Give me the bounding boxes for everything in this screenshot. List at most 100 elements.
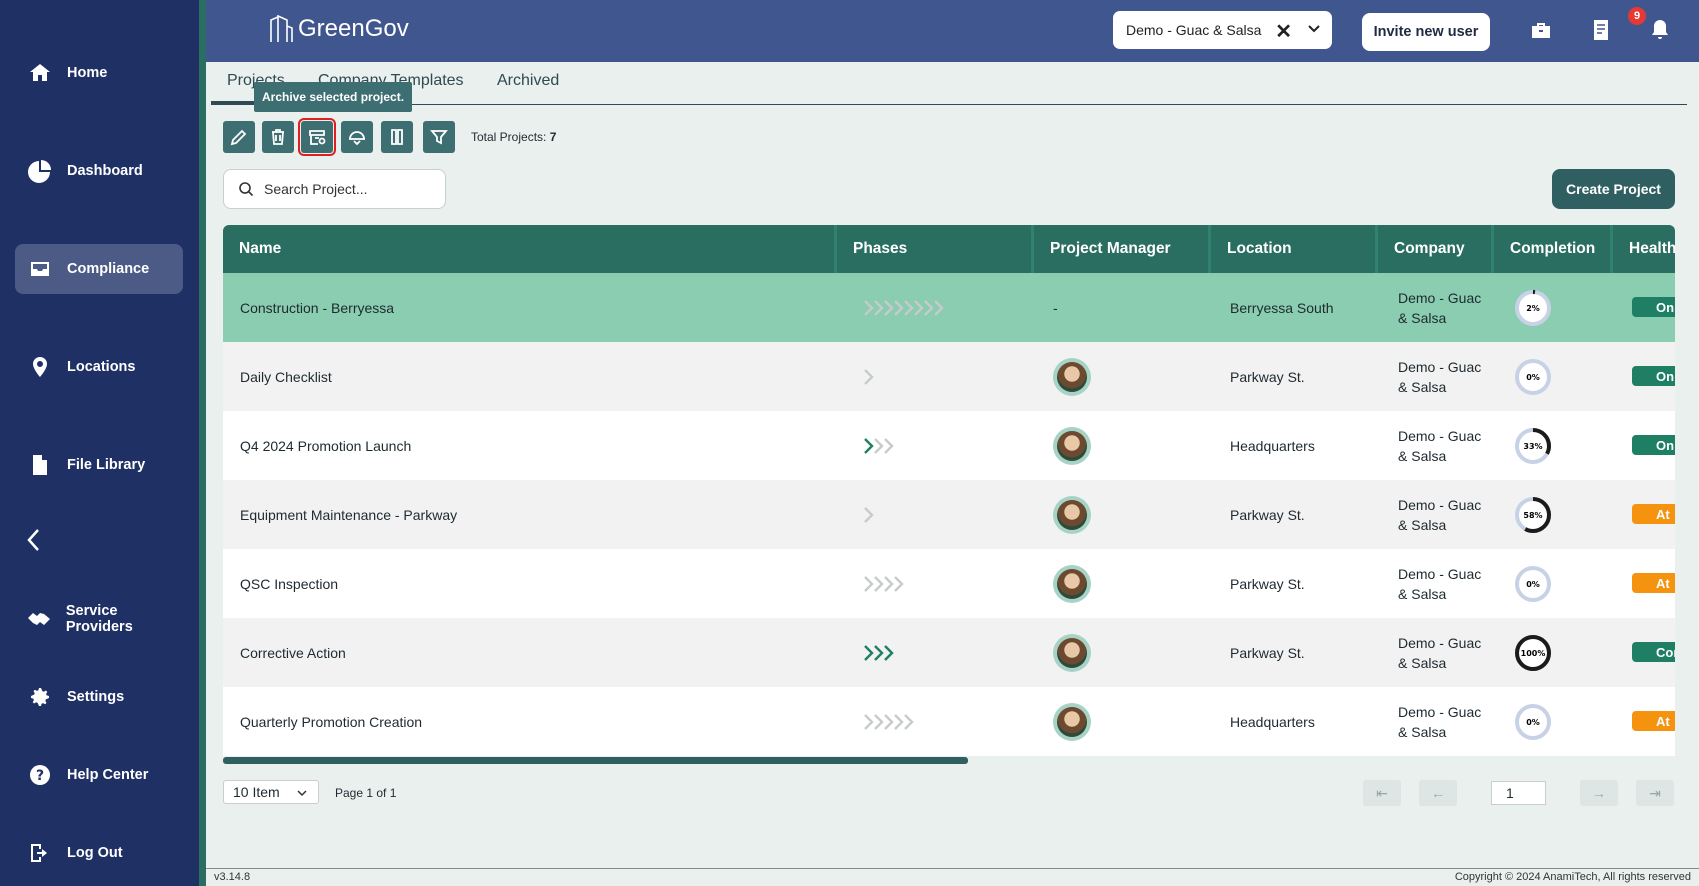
document-icon[interactable]: [1589, 18, 1615, 44]
avatar[interactable]: [1053, 426, 1091, 465]
horizontal-scrollbar[interactable]: [223, 757, 968, 764]
phase-chevron-icon: [864, 368, 874, 385]
chevron-down-icon[interactable]: [1306, 21, 1322, 37]
sidebar-item-settings[interactable]: Settings: [15, 672, 183, 722]
health-status-badge: At: [1632, 711, 1675, 731]
project-location: Parkway St.: [1230, 368, 1305, 385]
phase-chevron-icon: [874, 644, 884, 661]
column-header-health[interactable]: Health: [1613, 225, 1675, 273]
sidebar-item-locations[interactable]: Locations: [15, 342, 183, 392]
company-select[interactable]: Demo - Guac & Salsa ✕: [1113, 11, 1332, 49]
project-company: Demo - Guac & Salsa: [1398, 342, 1481, 411]
column-header-project-manager[interactable]: Project Manager: [1034, 225, 1211, 273]
clear-icon[interactable]: ✕: [1275, 19, 1292, 44]
column-header-name[interactable]: Name: [223, 225, 837, 273]
chevron-left-icon: [27, 529, 39, 551]
phases-indicator: [863, 549, 909, 618]
edit-button[interactable]: [223, 121, 255, 153]
assign-worker-button[interactable]: [341, 121, 373, 153]
column-header-company[interactable]: Company: [1378, 225, 1494, 273]
table-row[interactable]: Equipment Maintenance - Parkway Parkway S…: [223, 480, 1675, 549]
company-line-1: Demo - Guac: [1398, 427, 1482, 444]
table-row[interactable]: Daily Checklist Parkway St. Demo - Guac & S…: [223, 342, 1675, 411]
completion-label: 2%: [1526, 304, 1540, 313]
sidebar-item-label: Home: [67, 65, 108, 81]
table-row[interactable]: Construction - Berryessa - Berryessa South…: [223, 273, 1675, 342]
avatar[interactable]: [1053, 564, 1091, 603]
avatar-photo: [1057, 430, 1087, 461]
phase-chevron-icon: [924, 299, 934, 316]
page-number-input[interactable]: 1: [1491, 781, 1546, 805]
company-line-2: & Salsa: [1398, 378, 1447, 395]
avatar[interactable]: [1053, 633, 1091, 672]
columns-icon: [391, 129, 403, 145]
sidebar-item-home[interactable]: Home: [15, 48, 183, 98]
invite-user-button[interactable]: Invite new user: [1362, 13, 1490, 51]
table-row[interactable]: QSC Inspection Parkway St. Demo - Guac & Sa…: [223, 549, 1675, 618]
delete-button[interactable]: [262, 121, 294, 153]
trash-icon: [272, 129, 284, 145]
sidebar-item-log-out[interactable]: Log Out: [15, 828, 183, 878]
table-row[interactable]: Q4 2024 Promotion Launch Headquarters Demo…: [223, 411, 1675, 480]
top-header: GreenGov Demo - Guac & Salsa ✕ Invite ne…: [206, 0, 1699, 62]
bell-icon[interactable]: [1648, 18, 1674, 44]
completion-ring: 0%: [1513, 687, 1553, 756]
archive-button[interactable]: [298, 118, 336, 156]
company-line-2: & Salsa: [1398, 309, 1447, 326]
phase-chevron-icon: [914, 299, 924, 316]
company-line-1: Demo - Guac: [1398, 565, 1482, 582]
total-projects: Total Projects: 7: [471, 130, 556, 144]
table-row[interactable]: Quarterly Promotion Creation Headquarters…: [223, 687, 1675, 756]
project-manager: [1053, 687, 1091, 756]
collapse-sidebar-button[interactable]: [22, 525, 48, 555]
table-row[interactable]: Corrective Action Parkway St. Demo - Guac &…: [223, 618, 1675, 687]
company-line-1: Demo - Guac: [1398, 289, 1482, 306]
phase-chevron-icon: [874, 299, 884, 316]
next-page-button[interactable]: →: [1580, 780, 1618, 806]
project-company: Demo - Guac & Salsa: [1398, 618, 1481, 687]
sidebar-item-label: Service Providers: [65, 603, 133, 635]
column-header-location[interactable]: Location: [1211, 225, 1378, 273]
sidebar-item-file-library[interactable]: File Library: [15, 440, 183, 490]
sidebar-item-compliance[interactable]: Compliance: [15, 244, 183, 294]
total-projects-label: Total Projects:: [471, 130, 547, 144]
phase-chevron-icon: [934, 299, 944, 316]
company-line-2: & Salsa: [1398, 447, 1447, 464]
phase-chevron-icon: [894, 713, 904, 730]
columns-button[interactable]: [381, 121, 413, 153]
phases-indicator: [863, 342, 879, 411]
prev-page-button[interactable]: ←: [1419, 780, 1457, 806]
project-location: Parkway St.: [1230, 506, 1305, 523]
tab-archived[interactable]: Archived: [497, 72, 559, 90]
app-logo[interactable]: GreenGov: [268, 14, 409, 44]
create-project-button[interactable]: Create Project: [1552, 169, 1675, 209]
sidebar-item-dashboard[interactable]: Dashboard: [15, 146, 183, 196]
archive-icon: [309, 130, 326, 145]
toolbox-icon[interactable]: [1529, 18, 1555, 44]
project-name: Construction - Berryessa: [240, 299, 395, 316]
completion-ring: 0%: [1513, 342, 1553, 411]
chevron-down-icon: [297, 790, 307, 797]
last-page-button[interactable]: ⇥: [1636, 780, 1674, 806]
phase-chevron-icon: [864, 644, 874, 661]
search-placeholder: Search Project...: [264, 181, 368, 197]
first-page-button[interactable]: ⇤: [1363, 780, 1401, 806]
completion-label: 100%: [1521, 649, 1546, 658]
search-input[interactable]: Search Project...: [223, 169, 446, 209]
column-header-completion[interactable]: Completion: [1494, 225, 1613, 273]
sidebar-item-service-providers[interactable]: Service Providers: [15, 594, 183, 644]
avatar[interactable]: [1053, 702, 1091, 741]
phase-chevron-icon: [884, 299, 894, 316]
phase-chevron-icon: [904, 713, 914, 730]
column-header-phases[interactable]: Phases: [837, 225, 1034, 273]
avatar[interactable]: [1053, 357, 1091, 396]
file-icon: [27, 452, 53, 478]
filter-icon: [430, 130, 448, 145]
phase-chevron-icon: [884, 713, 894, 730]
filter-button[interactable]: [423, 121, 455, 153]
sidebar-item-help-center[interactable]: ? Help Center: [15, 750, 183, 800]
health-status-badge: On: [1632, 366, 1675, 386]
page-size-select[interactable]: 10 Item: [223, 780, 319, 804]
svg-text:?: ?: [36, 768, 44, 784]
avatar[interactable]: [1053, 495, 1091, 534]
